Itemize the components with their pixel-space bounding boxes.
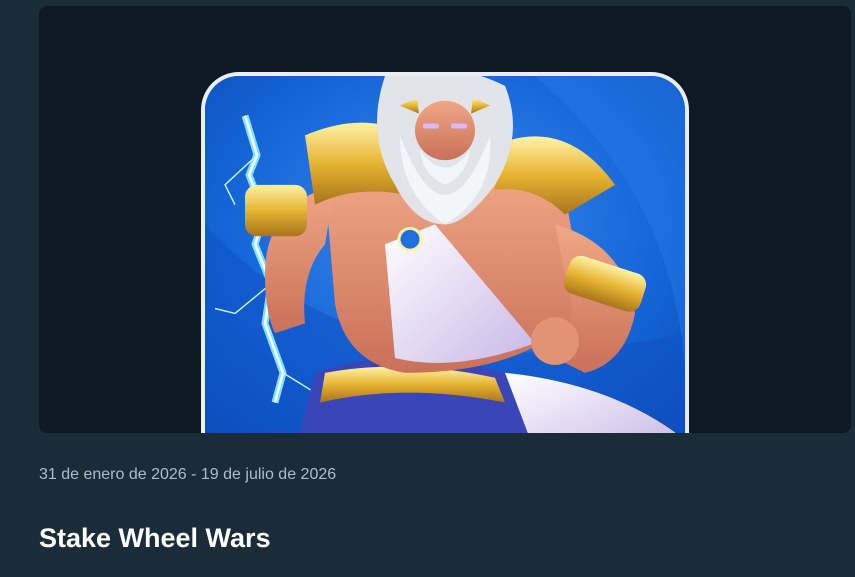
promotion-title[interactable]: Stake Wheel Wars	[39, 523, 271, 554]
zeus-illustration	[205, 76, 685, 433]
game-thumbnail[interactable]	[201, 72, 689, 433]
promotion-banner[interactable]	[39, 6, 851, 433]
promotion-card: 31 de enero de 2026 - 19 de julio de 202…	[0, 0, 855, 577]
promotion-date-range: 31 de enero de 2026 - 19 de julio de 202…	[39, 466, 337, 483]
